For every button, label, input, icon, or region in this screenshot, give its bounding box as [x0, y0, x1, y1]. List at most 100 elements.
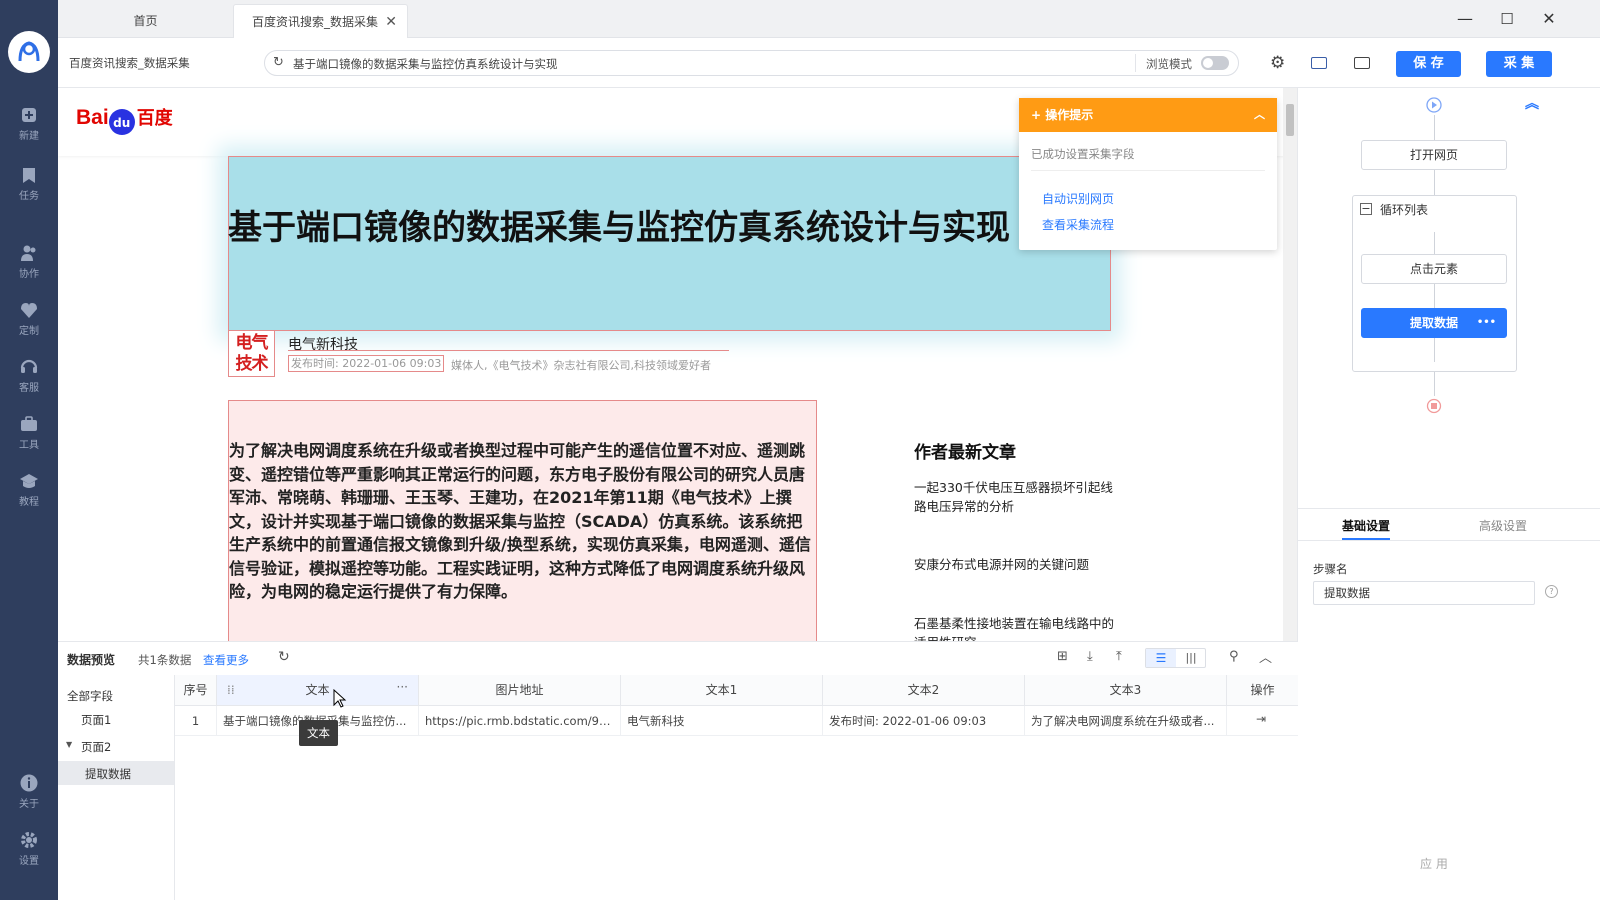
- column-header-text1[interactable]: 文本1: [621, 675, 823, 705]
- tab-bar: 首页 百度资讯搜索_数据采集 ✕ — ☐ ✕: [58, 0, 1600, 38]
- row-action-icon[interactable]: ⇥: [1256, 712, 1266, 726]
- column-header-image-url[interactable]: 图片地址: [419, 675, 621, 705]
- flow-node-open-page[interactable]: 打开网页: [1361, 140, 1507, 170]
- help-icon[interactable]: ?: [1545, 585, 1558, 598]
- settings-icon: [21, 832, 37, 848]
- divider: [1135, 54, 1136, 72]
- scroll-thumb[interactable]: [1286, 104, 1294, 136]
- end-icon[interactable]: [1426, 398, 1442, 414]
- article-body-text: 为了解决电网调度系统在升级或者换型过程中可能产生的遥信位置不对应、遥测跳变、遥控…: [229, 441, 811, 601]
- expand-icon[interactable]: ▼: [66, 740, 72, 749]
- step-name-input[interactable]: 提取数据: [1313, 581, 1535, 605]
- baidu-logo[interactable]: Bai du 百度: [76, 104, 173, 136]
- tab-home[interactable]: 首页: [58, 4, 233, 38]
- latest-article-1[interactable]: 一起330千伏电压互感器损坏引起线路电压异常的分析: [914, 478, 1114, 516]
- mouse-cursor-icon: [333, 689, 347, 708]
- download-icon[interactable]: ⤓: [1087, 649, 1093, 664]
- step-name-label: 步骤名: [1313, 562, 1348, 576]
- view-more-link[interactable]: 查看更多: [203, 652, 249, 668]
- tree-extract-label: 提取数据: [85, 767, 131, 781]
- tab-task[interactable]: 百度资讯搜索_数据采集 ✕: [233, 4, 408, 38]
- author-avatar[interactable]: 电气技术: [228, 330, 275, 377]
- sidebar-item-service[interactable]: 客服: [0, 357, 58, 394]
- publish-time[interactable]: 发布时间: 2022-01-06 09:03: [288, 355, 445, 372]
- cell-text3[interactable]: 为了解决电网调度系统在升级或者...: [1025, 706, 1227, 736]
- column-menu-icon[interactable]: ···: [397, 672, 408, 702]
- collapse-icon[interactable]: ︿: [1254, 98, 1265, 132]
- layout-split-icon[interactable]: [1354, 57, 1370, 69]
- sidebar-item-task[interactable]: 任务: [0, 165, 58, 202]
- tree-page1[interactable]: 页面1: [81, 712, 111, 728]
- sidebar-item-tutorial[interactable]: 教程: [0, 471, 58, 508]
- plus-icon: +: [1031, 108, 1046, 122]
- auto-detect-link[interactable]: 自动识别网页: [1042, 190, 1114, 207]
- column-header-text3[interactable]: 文本3: [1025, 675, 1227, 705]
- more-icon[interactable]: •••: [1477, 309, 1496, 337]
- collect-button[interactable]: 采 集: [1486, 51, 1552, 77]
- upload-icon[interactable]: ⤒: [1116, 649, 1122, 664]
- column-header-text[interactable]: ⁞⁞ 文本 ···: [217, 675, 419, 705]
- tree-all-fields[interactable]: 全部字段: [67, 688, 113, 704]
- avatar-text: 电气技术: [235, 333, 269, 374]
- collapse-up-icon[interactable]: ︽: [1525, 97, 1539, 111]
- article-title[interactable]: 基于端口镜像的数据采集与监控仿真系统设计与实现: [228, 200, 1111, 310]
- collapse-preview-icon[interactable]: ︿: [1259, 647, 1272, 666]
- close-tab-icon[interactable]: ✕: [385, 5, 397, 39]
- tree-extract-selected[interactable]: 提取数据: [58, 761, 174, 785]
- sidebar-item-about[interactable]: 关于: [0, 773, 58, 810]
- collab-icon: [21, 245, 36, 261]
- custom-icon: [21, 303, 37, 318]
- list-view-icon[interactable]: ☰: [1146, 649, 1176, 667]
- tab-advanced-settings[interactable]: 高级设置: [1479, 517, 1527, 534]
- flow-connector: [1434, 284, 1435, 308]
- sidebar-item-custom[interactable]: 定制: [0, 300, 58, 337]
- filter-icon[interactable]: ⚲: [1229, 649, 1239, 664]
- flow-node-click[interactable]: 点击元素: [1361, 254, 1507, 284]
- maximize-icon[interactable]: ☐: [1496, 8, 1518, 30]
- start-icon[interactable]: [1425, 96, 1443, 114]
- drag-handle-icon[interactable]: ⁞⁞: [227, 675, 235, 705]
- task-name: 百度资讯搜索_数据采集: [69, 56, 190, 70]
- tip-header[interactable]: + 操作提示 ︿: [1019, 98, 1277, 132]
- refresh-icon[interactable]: ↻: [273, 55, 284, 70]
- minimize-icon[interactable]: —: [1454, 8, 1476, 30]
- browse-mode-label: 浏览模式: [1146, 57, 1192, 71]
- sidebar-item-label: 设置: [19, 856, 39, 867]
- user-avatar[interactable]: [8, 31, 50, 73]
- save-button[interactable]: 保 存: [1396, 51, 1461, 77]
- latest-articles-title: 作者最新文章: [914, 443, 1016, 463]
- author-name[interactable]: 电气新科技: [288, 334, 358, 354]
- close-window-icon[interactable]: ✕: [1538, 8, 1560, 30]
- sidebar-item-label: 工具: [19, 440, 39, 451]
- view-flow-link[interactable]: 查看采集流程: [1042, 216, 1114, 233]
- sidebar-item-new[interactable]: 新建: [0, 105, 58, 142]
- column-header-text2[interactable]: 文本2: [823, 675, 1025, 705]
- apply-button[interactable]: 应 用: [1420, 855, 1448, 872]
- collapse-loop-icon[interactable]: −: [1360, 203, 1372, 215]
- latest-article-3[interactable]: 石墨基柔性接地装置在输电线路中的适用性研究: [914, 614, 1114, 641]
- cell-index: 1: [175, 706, 217, 736]
- tab-basic-settings[interactable]: 基础设置: [1342, 517, 1390, 534]
- task-icon: [23, 168, 35, 183]
- article-body-highlight[interactable]: 为了解决电网调度系统在升级或者换型过程中可能产生的遥信位置不对应、遥测跳变、遥控…: [228, 400, 817, 641]
- cell-text2[interactable]: 发布时间: 2022-01-06 09:03: [823, 706, 1025, 736]
- flow-connector: [1434, 338, 1435, 362]
- page-scrollbar[interactable]: [1283, 88, 1297, 641]
- layout-horizontal-icon[interactable]: [1311, 57, 1327, 69]
- column-view-icon[interactable]: |||: [1176, 649, 1206, 667]
- browse-mode-toggle[interactable]: [1201, 56, 1229, 70]
- sidebar-item-tools[interactable]: 工具: [0, 414, 58, 451]
- cell-text1[interactable]: 电气新科技: [621, 706, 823, 736]
- latest-article-2[interactable]: 安康分布式电源并网的关键问题: [914, 555, 1114, 574]
- url-text[interactable]: 基于端口镜像的数据采集与监控仿真系统设计与实现: [293, 56, 558, 72]
- column-header-index[interactable]: 序号: [175, 675, 217, 705]
- sidebar-item-collab[interactable]: 协作: [0, 243, 58, 280]
- cell-image-url[interactable]: https://pic.rmb.bdstatic.com/9b5e...: [419, 706, 621, 736]
- add-field-icon[interactable]: ⊞: [1057, 649, 1068, 664]
- tree-page2[interactable]: 页面2: [81, 739, 111, 755]
- refresh-icon[interactable]: ↻: [278, 649, 290, 665]
- url-bar[interactable]: ↻ 基于端口镜像的数据采集与监控仿真系统设计与实现 浏览模式: [264, 50, 1239, 76]
- sidebar-item-settings[interactable]: 设置: [0, 830, 58, 867]
- gear-icon[interactable]: ⚙: [1270, 53, 1285, 73]
- flow-node-extract[interactable]: 提取数据 •••: [1361, 308, 1507, 338]
